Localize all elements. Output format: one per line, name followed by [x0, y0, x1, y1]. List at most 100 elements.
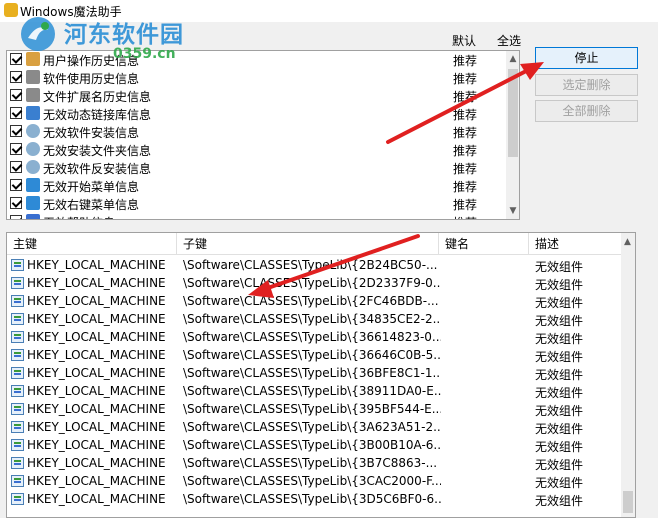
title-bar: Windows魔法助手: [0, 0, 658, 22]
registry-results-table[interactable]: 主键 子键 键名 描述 HKEY_LOCAL_MACHINE \Software\…: [6, 232, 636, 518]
category-label: 无效动态链接库信息: [43, 108, 152, 122]
category-checkbox[interactable]: [10, 53, 22, 65]
category-list-item[interactable]: 无效动态链接库信息 推荐: [7, 104, 507, 122]
description-cell: 无效组件: [535, 458, 584, 472]
sub-key-cell: \Software\CLASSES\TypeLib\{3B00B10A-6...: [183, 438, 441, 452]
category-list-item[interactable]: 用户操作历史信息 推荐: [7, 51, 507, 68]
description-cell: 无效组件: [535, 422, 584, 436]
table-row[interactable]: HKEY_LOCAL_MACHINE \Software\CLASSES\Type…: [7, 382, 621, 400]
description-cell: 无效组件: [535, 440, 584, 454]
stop-button[interactable]: 停止: [535, 47, 638, 69]
registry-value-icon: [11, 313, 24, 325]
category-list-item[interactable]: 无效软件反安装信息 推荐: [7, 158, 507, 176]
table-row[interactable]: HKEY_LOCAL_MACHINE \Software\CLASSES\Type…: [7, 490, 621, 508]
table-row[interactable]: HKEY_LOCAL_MACHINE \Software\CLASSES\Type…: [7, 346, 621, 364]
column-header-description[interactable]: 描述: [529, 233, 621, 255]
window-title: Windows魔法助手: [20, 5, 122, 19]
category-label: 无效帮助信息: [43, 214, 115, 219]
category-list-item[interactable]: 软件使用历史信息 推荐: [7, 68, 507, 86]
key-icon: [26, 88, 40, 102]
top-list-scrollbar[interactable]: ▲ ▼: [506, 51, 519, 219]
table-row[interactable]: HKEY_LOCAL_MACHINE \Software\CLASSES\Type…: [7, 328, 621, 346]
registry-value-icon: [11, 331, 24, 343]
registry-value-icon: [11, 367, 24, 379]
main-key-cell: HKEY_LOCAL_MACHINE: [27, 420, 166, 434]
category-list-item[interactable]: 无效帮助信息 推荐: [7, 212, 507, 219]
main-key-cell: HKEY_LOCAL_MACHINE: [27, 366, 166, 380]
category-default: 推荐: [453, 54, 478, 68]
history-icon: [26, 52, 40, 66]
description-cell: 无效组件: [535, 350, 584, 364]
category-checkbox[interactable]: [10, 161, 22, 173]
delete-all-button[interactable]: 全部删除: [535, 100, 638, 122]
main-key-cell: HKEY_LOCAL_MACHINE: [27, 492, 166, 506]
table-row[interactable]: HKEY_LOCAL_MACHINE \Software\CLASSES\Type…: [7, 256, 621, 274]
table-row[interactable]: HKEY_LOCAL_MACHINE \Software\CLASSES\Type…: [7, 454, 621, 472]
table-row[interactable]: HKEY_LOCAL_MACHINE \Software\CLASSES\Type…: [7, 436, 621, 454]
category-checkbox[interactable]: [10, 197, 22, 209]
sub-key-cell: \Software\CLASSES\TypeLib\{38911DA0-E...: [183, 384, 441, 398]
column-header-default: 默认: [452, 34, 477, 48]
category-list-item[interactable]: 无效软件安装信息 推荐: [7, 122, 507, 140]
scroll-up-arrow-icon[interactable]: ▲: [624, 237, 631, 247]
category-list-item[interactable]: 文件扩展名历史信息 推荐: [7, 86, 507, 104]
scroll-down-arrow-icon[interactable]: ▼: [509, 207, 517, 216]
top-list-scroll-thumb[interactable]: [508, 69, 518, 157]
bottom-list-scroll-thumb[interactable]: [623, 491, 633, 513]
table-row[interactable]: HKEY_LOCAL_MACHINE \Software\CLASSES\Type…: [7, 274, 621, 292]
category-default: 推荐: [453, 126, 478, 140]
category-checkbox[interactable]: [10, 107, 22, 119]
library-icon: [26, 106, 40, 120]
registry-value-icon: [11, 277, 24, 289]
registry-value-icon: [11, 493, 24, 505]
table-row[interactable]: HKEY_LOCAL_MACHINE \Software\CLASSES\Type…: [7, 418, 621, 436]
main-key-cell: HKEY_LOCAL_MACHINE: [27, 438, 166, 452]
start-menu-icon: [26, 196, 40, 210]
category-checkbox[interactable]: [10, 215, 22, 219]
column-header-select-all[interactable]: 全选: [497, 32, 521, 49]
category-checkbox[interactable]: [10, 143, 22, 155]
sub-key-cell: \Software\CLASSES\TypeLib\{36614823-0...: [183, 330, 441, 344]
registry-value-icon: [11, 295, 24, 307]
registry-value-icon: [11, 403, 24, 415]
main-key-cell: HKEY_LOCAL_MACHINE: [27, 294, 166, 308]
category-checkbox[interactable]: [10, 125, 22, 137]
category-default: 推荐: [453, 72, 478, 86]
table-row[interactable]: HKEY_LOCAL_MACHINE \Software\CLASSES\Type…: [7, 364, 621, 382]
category-checkbox[interactable]: [10, 89, 22, 101]
category-label: 无效软件安装信息: [43, 126, 140, 140]
category-list-item[interactable]: 无效右键菜单信息 推荐: [7, 194, 507, 212]
table-header: 主键 子键 键名 描述: [7, 233, 621, 255]
category-default: 推荐: [453, 162, 478, 176]
registry-value-icon: [11, 349, 24, 361]
table-row[interactable]: HKEY_LOCAL_MACHINE \Software\CLASSES\Type…: [7, 292, 621, 310]
category-list-item[interactable]: 无效安装文件夹信息 推荐: [7, 140, 507, 158]
category-list-item[interactable]: 无效开始菜单信息 推荐: [7, 176, 507, 194]
scroll-up-arrow-icon[interactable]: ▲: [509, 55, 517, 64]
main-key-cell: HKEY_LOCAL_MACHINE: [27, 474, 166, 488]
bottom-list-scrollbar[interactable]: ▲: [621, 233, 635, 517]
category-default: 推荐: [453, 214, 477, 219]
category-label: 无效右键菜单信息: [43, 198, 140, 212]
sub-key-cell: \Software\CLASSES\TypeLib\{36BFE8C1-1...: [183, 366, 441, 380]
category-label: 软件使用历史信息: [43, 72, 140, 86]
main-key-cell: HKEY_LOCAL_MACHINE: [27, 384, 166, 398]
description-cell: 无效组件: [535, 494, 584, 508]
category-checkbox[interactable]: [10, 179, 22, 191]
table-row[interactable]: HKEY_LOCAL_MACHINE \Software\CLASSES\Type…: [7, 310, 621, 328]
category-default: 推荐: [453, 90, 478, 104]
delete-selected-button[interactable]: 选定删除: [535, 74, 638, 96]
registry-value-icon: [11, 475, 24, 487]
registry-value-icon: [11, 385, 24, 397]
table-row[interactable]: HKEY_LOCAL_MACHINE \Software\CLASSES\Type…: [7, 472, 621, 490]
table-row[interactable]: HKEY_LOCAL_MACHINE \Software\CLASSES\Type…: [7, 400, 621, 418]
column-header-main-key[interactable]: 主键: [7, 233, 177, 255]
column-header-key-name[interactable]: 键名: [439, 233, 529, 255]
registry-value-icon: [11, 457, 24, 469]
main-key-cell: HKEY_LOCAL_MACHINE: [27, 330, 166, 344]
main-key-cell: HKEY_LOCAL_MACHINE: [27, 312, 166, 326]
cleanup-category-list[interactable]: 用户操作历史信息 推荐 软件使用历史信息 推荐 文件扩展名历史信息 推荐 无效动态链接库信息…: [6, 50, 520, 220]
main-key-cell: HKEY_LOCAL_MACHINE: [27, 258, 166, 272]
category-checkbox[interactable]: [10, 71, 22, 83]
column-header-sub-key[interactable]: 子键: [177, 233, 439, 255]
